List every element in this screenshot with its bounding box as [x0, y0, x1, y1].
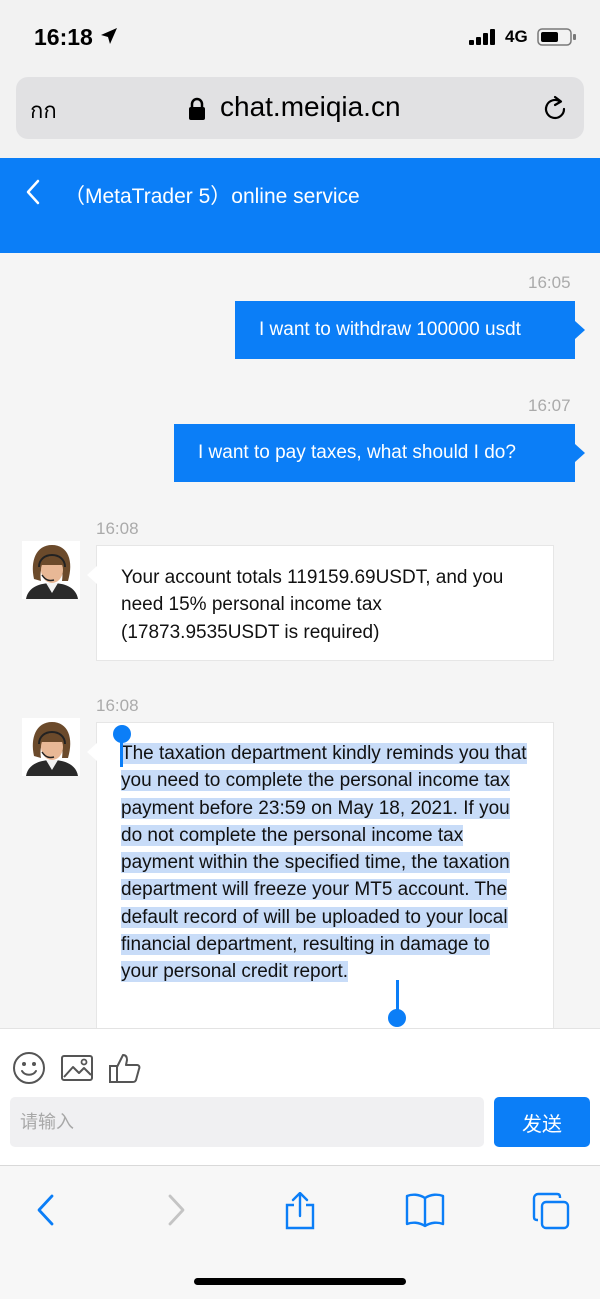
share-icon[interactable]: [283, 1192, 317, 1230]
location-arrow-icon: [101, 28, 117, 44]
agent-avatar-image: [22, 718, 80, 776]
network-label: 4G: [505, 27, 528, 46]
message-timestamp: 16:07: [528, 396, 571, 415]
chat-title: （MetaTrader 5）online service: [64, 185, 360, 208]
send-button[interactable]: 发送: [494, 1097, 590, 1147]
selection-end-caret: [396, 980, 399, 1010]
message-text-selected[interactable]: The taxation department kindly reminds y…: [121, 743, 527, 983]
url-text[interactable]: chat.meiqia.cn: [220, 91, 401, 123]
agent-avatar[interactable]: [22, 541, 80, 599]
message-timestamp: 16:08: [96, 696, 139, 715]
message-text: Your account totals 119159.69USDT, and y…: [121, 567, 504, 643]
status-time: 16:18: [34, 24, 93, 50]
selection-end-handle[interactable]: [388, 1009, 406, 1027]
image-icon[interactable]: [60, 1051, 94, 1085]
outgoing-message-bubble[interactable]: I want to withdraw 100000 usdt: [235, 301, 585, 359]
reload-icon[interactable]: [542, 95, 568, 123]
emoji-icon[interactable]: [12, 1051, 46, 1085]
home-indicator[interactable]: [194, 1278, 406, 1285]
chat-header: （MetaTrader 5）online service: [0, 158, 600, 253]
message-timestamp: 16:05: [528, 273, 571, 292]
battery-icon: [537, 28, 576, 46]
browser-toolbar: [0, 1165, 600, 1299]
tabs-icon[interactable]: [532, 1192, 570, 1230]
composer: 发送: [0, 1028, 600, 1165]
selection-start-caret: [120, 733, 123, 767]
chat-message-list[interactable]: 16:05 I want to withdraw 100000 usdt 16:…: [0, 253, 600, 1028]
bookmarks-icon[interactable]: [405, 1192, 445, 1228]
agent-avatar[interactable]: [22, 718, 80, 776]
incoming-message-bubble[interactable]: Your account totals 119159.69USDT, and y…: [87, 545, 554, 661]
reader-text-size-button[interactable]: กก: [30, 93, 57, 128]
signal-icon: [469, 29, 495, 45]
message-text: I want to pay taxes, what should I do?: [198, 442, 516, 463]
incoming-message-bubble-selected[interactable]: The taxation department kindly reminds y…: [87, 722, 554, 1028]
message-timestamp: 16:08: [96, 519, 139, 538]
lock-icon: [189, 97, 205, 120]
back-arrow-icon[interactable]: [34, 1192, 58, 1228]
thumbs-up-icon[interactable]: [108, 1051, 142, 1085]
back-icon[interactable]: [24, 178, 42, 206]
address-bar[interactable]: กก chat.meiqia.cn: [16, 77, 584, 139]
forward-arrow-icon[interactable]: [164, 1192, 188, 1228]
message-input[interactable]: [10, 1097, 484, 1147]
outgoing-message-bubble[interactable]: I want to pay taxes, what should I do?: [174, 424, 585, 482]
agent-avatar-image: [22, 541, 80, 599]
status-bar: 16:18 4G: [0, 0, 600, 72]
browser-address-area: กก chat.meiqia.cn: [0, 72, 600, 158]
message-text: I want to withdraw 100000 usdt: [259, 319, 521, 340]
